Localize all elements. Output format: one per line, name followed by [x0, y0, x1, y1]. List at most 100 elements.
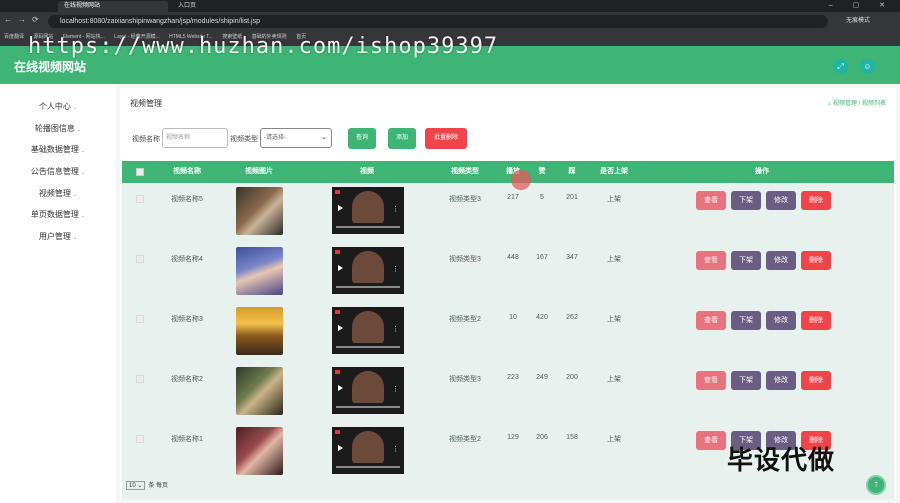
play-icon[interactable] — [338, 385, 343, 391]
video-thumbnail[interactable] — [236, 307, 283, 355]
video-player[interactable]: ⋮ — [332, 307, 404, 354]
row-checkbox[interactable] — [136, 195, 144, 203]
chevron-down-icon: ⌄ — [72, 235, 78, 242]
video-type: 视频类型2 — [449, 436, 481, 443]
sidebar-item-video[interactable]: 视频管理 ⌄ — [0, 183, 116, 205]
delete-button[interactable]: 删除 — [801, 251, 831, 270]
video-type: 视频类型3 — [449, 196, 481, 203]
fullscreen-icon[interactable]: ⤢ — [833, 59, 848, 74]
type-select[interactable]: -请选择- ⌄ — [260, 128, 332, 148]
sidebar-item-basic-data[interactable]: 基础数据管理 ⌄ — [0, 139, 116, 161]
play-count: 217 — [507, 194, 519, 201]
video-thumbnail[interactable] — [236, 247, 283, 295]
video-player[interactable]: ⋮ — [332, 247, 404, 294]
browser-tab-active[interactable]: 在线视频网站 — [58, 1, 168, 12]
delete-button[interactable]: 删除 — [801, 371, 831, 390]
view-button[interactable]: 查看 — [696, 431, 726, 450]
video-thumbnail[interactable] — [236, 427, 283, 475]
chevron-down-icon: ⌄ — [72, 191, 78, 198]
name-filter-label: 视频名称 — [132, 136, 160, 143]
progress-bar[interactable] — [336, 406, 400, 408]
play-icon[interactable] — [338, 265, 343, 271]
sidebar-item-notice[interactable]: 公告信息管理 ⌄ — [0, 161, 116, 183]
bookmark-item[interactable]: 百度翻译 — [4, 34, 24, 40]
progress-bar[interactable] — [336, 466, 400, 468]
video-player[interactable]: ⋮ — [332, 367, 404, 414]
sidebar-item-users[interactable]: 用户管理 ⌄ — [0, 226, 116, 248]
brand-logo — [335, 190, 340, 194]
window-controls[interactable]: – ▢ ✕ — [829, 0, 894, 11]
table-row: 视频名称5 ⋮ 视频类型3 217 5 201 上架 查看 下架 修改 删除 — [122, 185, 894, 245]
edit-button[interactable]: 修改 — [766, 251, 796, 270]
address-bar[interactable]: localhost:8080/zaixianshipinwangzhan/jsp… — [48, 15, 828, 28]
play-count: 448 — [507, 254, 519, 261]
more-options-icon[interactable]: ⋮ — [392, 205, 399, 213]
take-down-button[interactable]: 下架 — [731, 311, 761, 330]
sidebar: 个人中心 ⌄ 轮播图信息 ⌄ 基础数据管理 ⌄ 公告信息管理 ⌄ 视频管理 ⌄ 单页数据管… — [0, 84, 116, 503]
view-button[interactable]: 查看 — [696, 191, 726, 210]
name-search-input[interactable]: 视频名称 — [162, 128, 228, 148]
video-type: 视频类型2 — [449, 316, 481, 323]
video-thumbnail[interactable] — [236, 187, 283, 235]
sidebar-item-label: 公告信息管理 — [30, 167, 79, 177]
table-row: 视频名称2 ⋮ 视频类型3 223 249 200 上架 查看 下架 修改 删除 — [122, 365, 894, 425]
batch-delete-button[interactable]: 批量删除 — [425, 128, 467, 149]
view-button[interactable]: 查看 — [696, 311, 726, 330]
video-player[interactable]: ⋮ — [332, 427, 404, 474]
more-options-icon[interactable]: ⋮ — [392, 445, 399, 453]
row-checkbox[interactable] — [136, 435, 144, 443]
more-options-icon[interactable]: ⋮ — [392, 325, 399, 333]
view-button[interactable]: 查看 — [696, 251, 726, 270]
listing-status: 上架 — [607, 436, 621, 443]
play-icon[interactable] — [338, 325, 343, 331]
video-thumbnail[interactable] — [236, 367, 283, 415]
sidebar-item-single-page[interactable]: 单页数据管理 ⌄ — [0, 204, 116, 226]
row-checkbox[interactable] — [136, 375, 144, 383]
video-player[interactable]: ⋮ — [332, 187, 404, 234]
progress-bar[interactable] — [336, 346, 400, 348]
breadcrumb[interactable]: ⌂ 视频管理 / 视频列表 — [828, 98, 886, 107]
delete-button[interactable]: 删除 — [801, 311, 831, 330]
profile-label[interactable]: 无痕模式 — [846, 15, 870, 28]
like-count: 249 — [536, 374, 548, 381]
edit-button[interactable]: 修改 — [766, 311, 796, 330]
select-all-checkbox[interactable] — [136, 168, 144, 176]
table-header: 视频名称 视频图片 视频 视频类型 播放 赞 踩 是否上架 操作 — [122, 161, 894, 183]
play-icon[interactable] — [338, 445, 343, 451]
site-title: 在线视频网站 — [14, 60, 87, 74]
nav-buttons[interactable]: ←→⟳ — [4, 15, 45, 24]
take-down-button[interactable]: 下架 — [731, 371, 761, 390]
dislike-count: 158 — [566, 434, 578, 441]
edit-button[interactable]: 修改 — [766, 191, 796, 210]
more-options-icon[interactable]: ⋮ — [392, 385, 399, 393]
chevron-down-icon: ⌄ — [80, 148, 86, 155]
delete-button[interactable]: 删除 — [801, 191, 831, 210]
dislike-count: 347 — [566, 254, 578, 261]
sidebar-item-personal[interactable]: 个人中心 ⌄ — [0, 96, 116, 118]
take-down-button[interactable]: 下架 — [731, 251, 761, 270]
video-name: 视频名称4 — [171, 256, 203, 263]
column-header[interactable]: 赞 — [539, 161, 546, 183]
scroll-to-top-button[interactable]: ↑ — [866, 475, 886, 495]
progress-bar[interactable] — [336, 286, 400, 288]
row-checkbox[interactable] — [136, 255, 144, 263]
user-icon[interactable]: ☺ — [860, 59, 875, 74]
search-button[interactable]: 查询 — [348, 128, 376, 149]
video-frame — [352, 371, 384, 403]
progress-bar[interactable] — [336, 226, 400, 228]
sidebar-item-carousel[interactable]: 轮播图信息 ⌄ — [0, 118, 116, 140]
pagination: 10 ⌄ 条 每页 — [126, 480, 168, 490]
browser-tab[interactable]: 入口页 — [172, 1, 282, 12]
view-button[interactable]: 查看 — [696, 371, 726, 390]
chevron-down-icon: ⌄ — [321, 134, 327, 141]
take-down-button[interactable]: 下架 — [731, 191, 761, 210]
brand-logo — [335, 310, 340, 314]
column-header[interactable]: 踩 — [569, 161, 576, 183]
add-button[interactable]: 添加 — [388, 128, 416, 149]
sidebar-item-label: 轮播图信息 — [34, 123, 75, 133]
row-checkbox[interactable] — [136, 315, 144, 323]
edit-button[interactable]: 修改 — [766, 371, 796, 390]
page-size-select[interactable]: 10 ⌄ — [126, 481, 146, 490]
more-options-icon[interactable]: ⋮ — [392, 265, 399, 273]
play-icon[interactable] — [338, 205, 343, 211]
